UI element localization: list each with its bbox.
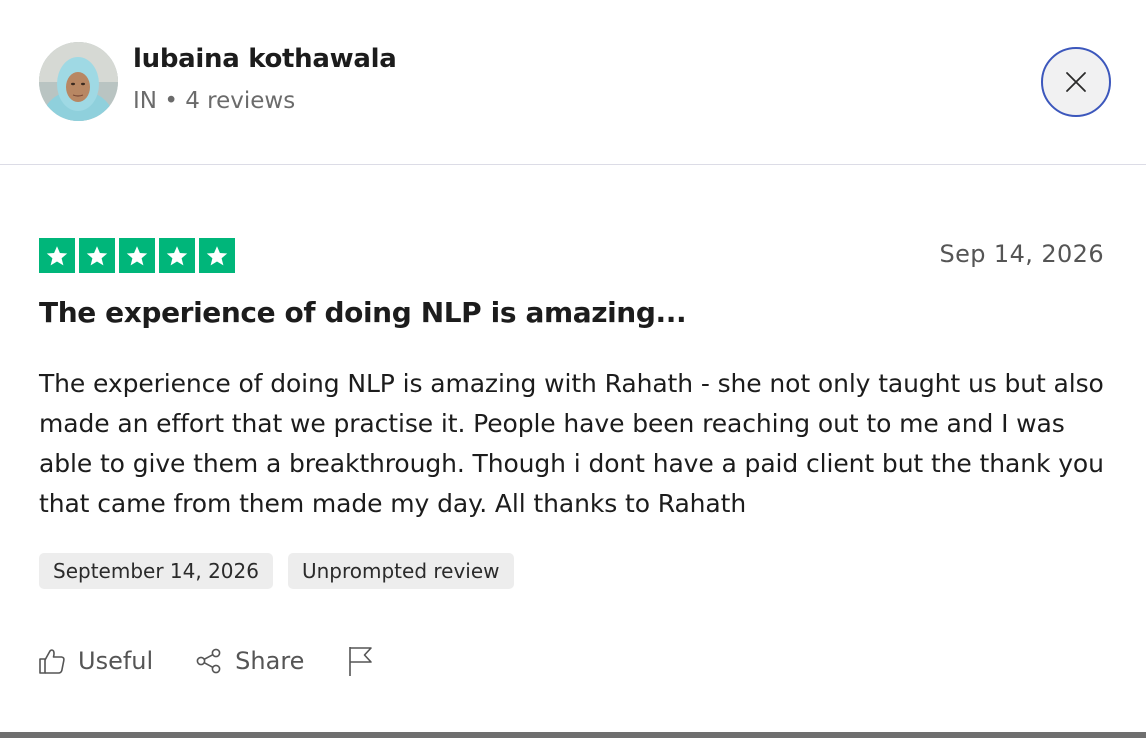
review-tags: September 14, 2026 Unprompted review: [39, 553, 514, 589]
reviewer-meta: IN • 4 reviews: [133, 88, 295, 114]
reviewer-name[interactable]: lubaina kothawala: [133, 44, 397, 74]
review-date: Sep 14, 2026: [939, 240, 1104, 268]
review-title[interactable]: The experience of doing NLP is amazing..…: [39, 296, 687, 329]
thumbs-up-icon: [39, 649, 65, 674]
review-body: The experience of doing NLP is amazing w…: [39, 369, 1104, 518]
share-button[interactable]: Share: [195, 643, 304, 679]
useful-button[interactable]: Useful: [38, 643, 153, 679]
useful-label: Useful: [78, 647, 154, 675]
star-icon: [79, 238, 115, 273]
star-icon: [159, 238, 195, 273]
reviewer-review-count: 4 reviews: [185, 88, 296, 114]
close-icon: [1066, 72, 1086, 92]
close-button[interactable]: [1041, 47, 1111, 117]
share-label: Share: [235, 647, 305, 675]
star-icon: [119, 238, 155, 273]
flag-icon: [349, 647, 373, 676]
review-modal: lubaina kothawala IN • 4 reviews Sep 14,…: [0, 0, 1146, 738]
avatar-image: [39, 42, 118, 121]
experience-date-badge: September 14, 2026: [39, 553, 273, 589]
review-actions: Useful Share: [38, 643, 416, 679]
star-icon: [39, 238, 75, 273]
reviewer-country: IN: [133, 88, 157, 114]
scroll-edge-divider: [0, 732, 1146, 738]
reviewer-header: lubaina kothawala IN • 4 reviews: [0, 0, 1146, 165]
report-button[interactable]: [346, 643, 374, 679]
share-icon: [196, 648, 221, 674]
review-type-badge[interactable]: Unprompted review: [287, 553, 514, 589]
star-icon: [199, 238, 235, 273]
star-rating: [39, 238, 235, 273]
meta-separator: •: [164, 88, 178, 114]
reviewer-avatar[interactable]: [39, 42, 118, 121]
